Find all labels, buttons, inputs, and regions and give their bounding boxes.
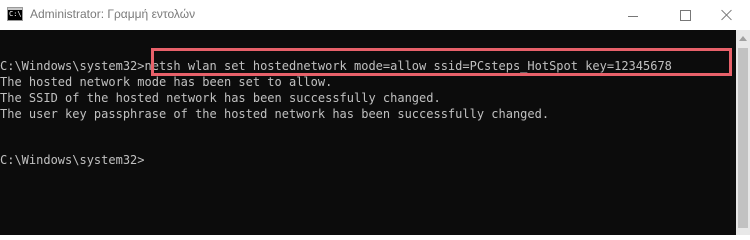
close-icon [721,9,733,21]
console-line-output: The SSID of the hosted network has been … [0,91,441,105]
console-line-output: The hosted network mode has been set to … [0,75,333,89]
maximize-button[interactable] [662,0,708,30]
scroll-up-arrow-icon[interactable] [739,36,747,41]
scrollbar-thumb[interactable] [738,48,748,228]
minimize-button[interactable] [610,0,656,30]
cmd-icon: C:\ [7,7,23,21]
vertical-scrollbar[interactable] [736,30,750,235]
title-bar[interactable]: C:\ Administrator: Γραμμή εντολών [0,0,750,30]
command-prompt-window: C:\ Administrator: Γραμμή εντολών C:\Win… [0,0,750,235]
console-line-prompt: C:\Windows\system32> [0,153,145,167]
minimize-icon [628,15,638,17]
close-button[interactable] [704,0,750,30]
maximize-icon [679,9,691,21]
window-title: Administrator: Γραμμή εντολών [30,7,196,21]
console-output[interactable]: C:\Windows\system32>netsh wlan set hoste… [0,30,736,235]
console-line-command: C:\Windows\system32>netsh wlan set hoste… [0,59,672,73]
console-line-output: The user key passphrase of the hosted ne… [0,107,550,121]
